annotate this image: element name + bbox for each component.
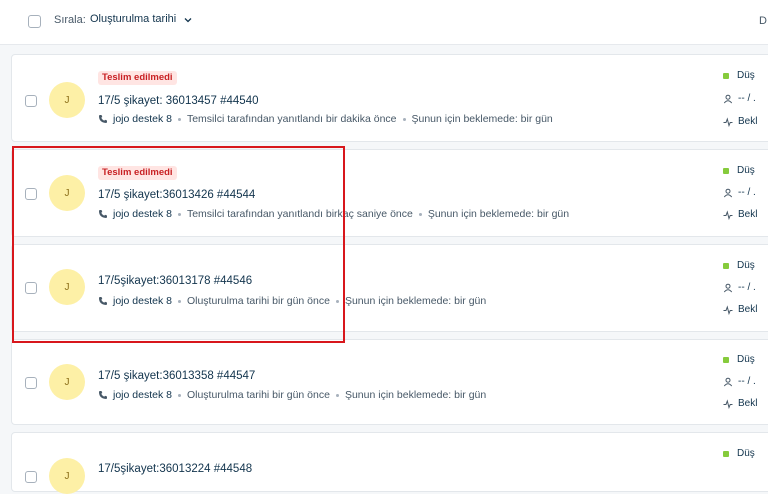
separator-dot xyxy=(418,212,422,216)
ticket-checkbox[interactable] xyxy=(25,95,37,107)
chevron-down-icon[interactable] xyxy=(184,16,192,24)
priority-field[interactable]: Düş xyxy=(723,448,755,459)
ticket-meta: jojo destek 8 Temsilci tarafından yanıtl… xyxy=(98,208,569,220)
phone-icon xyxy=(99,115,107,123)
waiting-text: Şunun için beklemede: bir gün xyxy=(427,208,570,220)
ticket-checkbox[interactable] xyxy=(25,282,37,294)
person-icon xyxy=(723,283,733,292)
toolbar-right-label: D xyxy=(759,15,767,27)
activity-text: Oluşturulma tarihi bir gün önce xyxy=(186,295,330,307)
activity-text: Temsilci tarafından yanıtlandı birkaç sa… xyxy=(186,208,413,220)
status-field[interactable]: Bekl xyxy=(723,116,757,127)
priority-field[interactable]: Düş xyxy=(723,354,755,365)
activity-icon xyxy=(723,209,733,220)
priority-indicator xyxy=(723,262,729,269)
status-field[interactable]: Bekl xyxy=(723,304,757,315)
priority-indicator xyxy=(723,356,729,363)
separator-dot xyxy=(335,393,339,397)
ticket-subject[interactable]: 17/5şikayet:36013224 #44548 xyxy=(98,463,252,475)
activity-icon xyxy=(723,398,733,409)
avatar: J xyxy=(49,82,85,118)
assignee-field[interactable]: -- / . xyxy=(723,282,756,293)
ticket-meta: jojo destek 8 Oluşturulma tarihi bir gün… xyxy=(98,295,486,307)
waiting-text: Şunun için beklemede: bir gün xyxy=(344,389,487,401)
person-icon xyxy=(723,377,733,386)
waiting-text: Şunun için beklemede: bir gün xyxy=(411,113,553,125)
separator-dot xyxy=(177,393,181,397)
avatar: J xyxy=(49,175,85,211)
sort-label: Sırala: xyxy=(54,14,86,26)
status-field[interactable]: Bekl xyxy=(723,398,757,409)
assignee-field[interactable]: -- / . xyxy=(723,187,756,198)
person-icon xyxy=(723,94,733,103)
ticket-subject[interactable]: 17/5şikayet:36013178 #44546 xyxy=(98,275,252,287)
separator-dot xyxy=(402,117,406,121)
activity-icon xyxy=(723,116,733,127)
list-toolbar: Sırala: Oluşturulma tarihi D xyxy=(0,0,768,45)
ticket-card[interactable]: J 17/5 şikayet:36013358 #44547 jojo dest… xyxy=(11,339,768,425)
ticket-checkbox[interactable] xyxy=(25,188,37,200)
person-icon xyxy=(723,188,733,197)
select-all-checkbox[interactable] xyxy=(28,15,41,28)
ticket-card[interactable]: J Teslim edilmedi 17/5 şikayet:36013426 … xyxy=(11,149,768,237)
assignee-field[interactable]: -- / . xyxy=(723,376,756,387)
activity-text: Oluşturulma tarihi bir gün önce xyxy=(186,389,330,401)
ticket-subject[interactable]: 17/5 şikayet:36013426 #44544 xyxy=(98,189,255,201)
priority-field[interactable]: Düş xyxy=(723,70,755,81)
phone-icon xyxy=(99,297,107,305)
priority-field[interactable]: Düş xyxy=(723,260,755,271)
ticket-meta: jojo destek 8 Oluşturulma tarihi bir gün… xyxy=(98,389,486,401)
ticket-checkbox[interactable] xyxy=(25,471,37,483)
activity-icon xyxy=(723,304,733,315)
ticket-checkbox[interactable] xyxy=(25,377,37,389)
avatar: J xyxy=(49,364,85,400)
phone-icon xyxy=(99,391,107,399)
priority-field[interactable]: Düş xyxy=(723,165,755,176)
sort-dropdown[interactable]: Oluşturulma tarihi xyxy=(90,13,176,25)
ticket-meta: jojo destek 8 Temsilci tarafından yanıtl… xyxy=(98,113,553,125)
separator-dot xyxy=(177,212,181,216)
agent-name[interactable]: jojo destek 8 xyxy=(113,113,172,125)
separator-dot xyxy=(177,299,181,303)
waiting-text: Şunun için beklemede: bir gün xyxy=(344,295,487,307)
status-badge: Teslim edilmedi xyxy=(98,166,177,180)
ticket-subject[interactable]: 17/5 şikayet: 36013457 #44540 xyxy=(98,95,259,107)
ticket-card[interactable]: J 17/5şikayet:36013178 #44546 jojo deste… xyxy=(11,244,768,332)
separator-dot xyxy=(177,117,181,121)
agent-name[interactable]: jojo destek 8 xyxy=(113,295,172,307)
avatar: J xyxy=(49,269,85,305)
priority-indicator xyxy=(723,167,729,174)
ticket-card[interactable]: J Teslim edilmedi 17/5 şikayet: 36013457… xyxy=(11,54,768,142)
agent-name[interactable]: jojo destek 8 xyxy=(113,389,172,401)
priority-indicator xyxy=(723,450,729,457)
status-badge: Teslim edilmedi xyxy=(98,71,177,85)
separator-dot xyxy=(335,299,339,303)
avatar: J xyxy=(49,458,85,494)
ticket-subject[interactable]: 17/5 şikayet:36013358 #44547 xyxy=(98,370,255,382)
assignee-field[interactable]: -- / . xyxy=(723,93,756,104)
agent-name[interactable]: jojo destek 8 xyxy=(113,208,172,220)
priority-indicator xyxy=(723,72,729,79)
activity-text: Temsilci tarafından yanıtlandı bir dakik… xyxy=(186,113,397,125)
phone-icon xyxy=(99,210,107,218)
ticket-card[interactable]: J 17/5şikayet:36013224 #44548 Düş xyxy=(11,432,768,494)
status-field[interactable]: Bekl xyxy=(723,209,757,220)
